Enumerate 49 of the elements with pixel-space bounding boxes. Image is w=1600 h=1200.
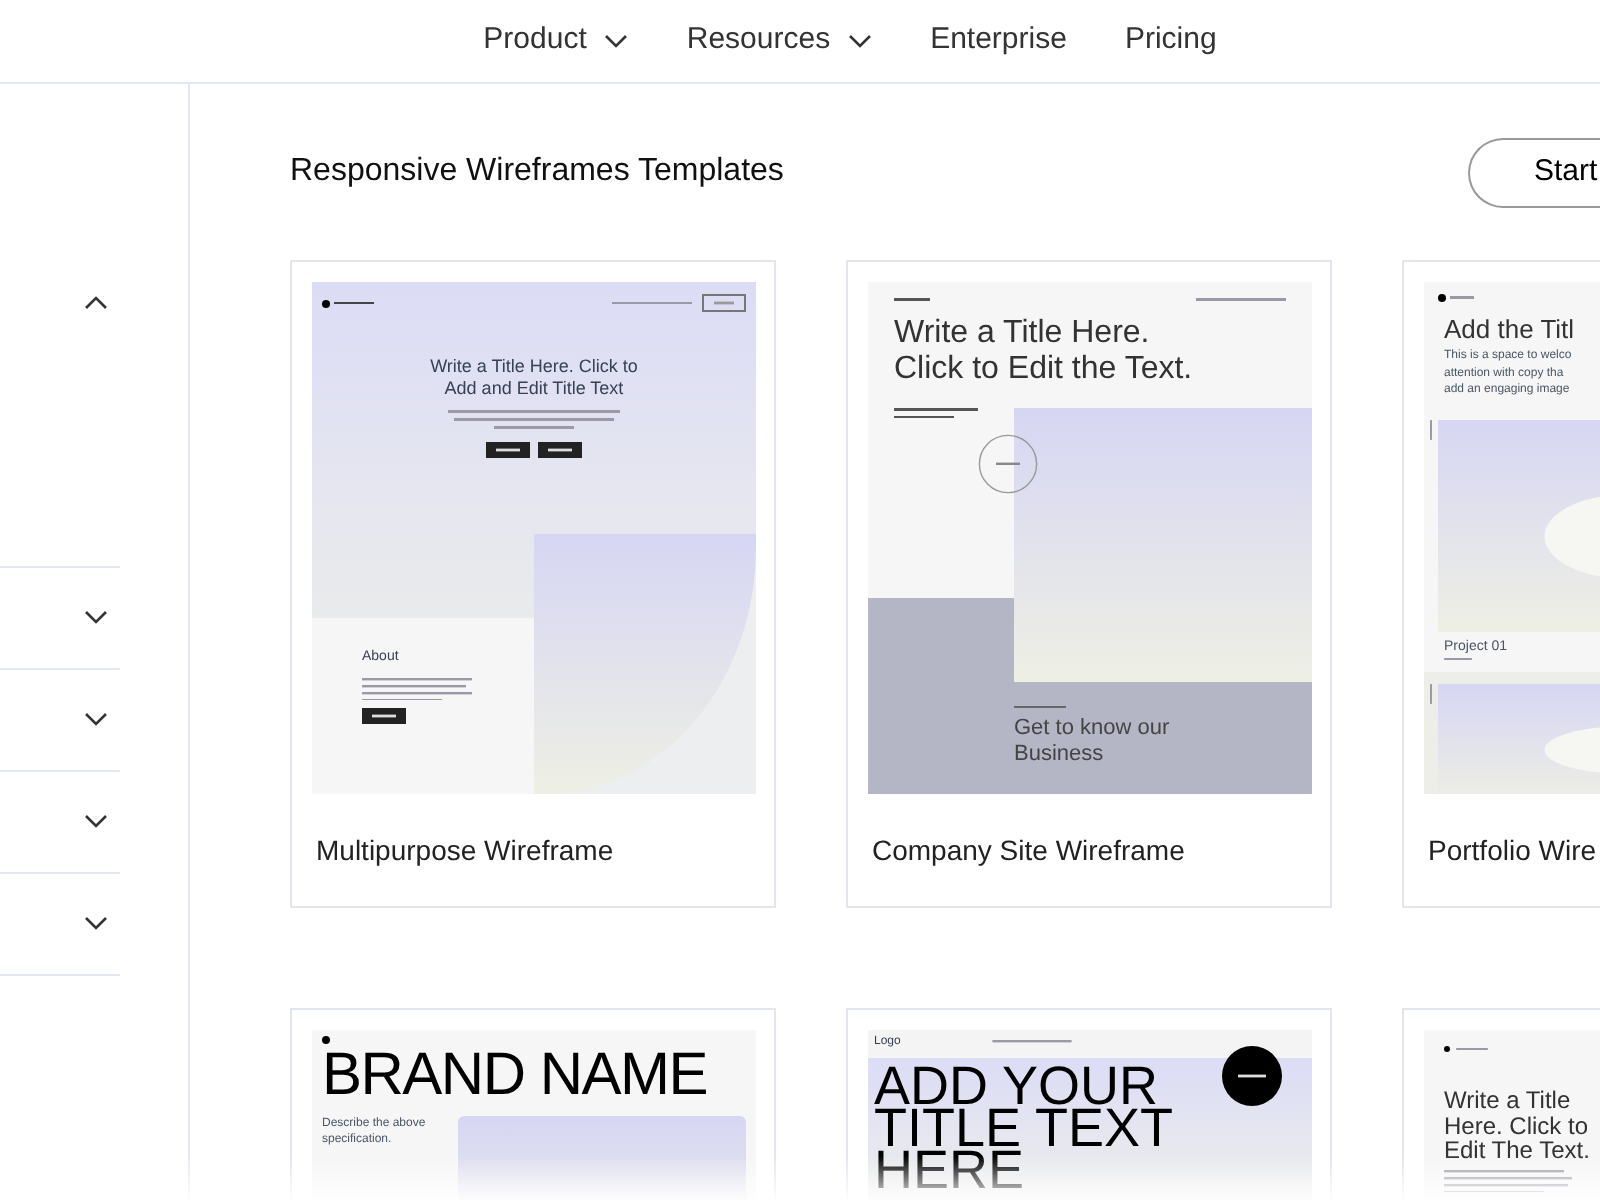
text-lines-drawing bbox=[1450, 296, 1474, 300]
caret-icon bbox=[604, 33, 629, 49]
logo-icon bbox=[322, 1036, 330, 1044]
template-title: Company Site Wireframe bbox=[870, 832, 1187, 870]
preview-headline: ADD YOUR TITLE TEXT HERE bbox=[874, 1066, 1174, 1192]
nav-link[interactable]: Pricing bbox=[1124, 18, 1217, 64]
text-lines-drawing bbox=[1014, 705, 1066, 708]
preview-headline: BRAND NAME bbox=[322, 1044, 710, 1108]
nav-link[interactable]: Product bbox=[483, 18, 629, 64]
caret-icon bbox=[848, 33, 873, 49]
chevron-icon bbox=[84, 916, 108, 932]
text-lines-drawing bbox=[1430, 419, 1433, 439]
button-drawing bbox=[538, 441, 582, 457]
template-card[interactable]: Write a Title Here. Click to Edit The Text. bbox=[1402, 1008, 1600, 1200]
nav-link[interactable]: Resources bbox=[686, 18, 873, 64]
preview-headline: Add the Titl bbox=[1442, 314, 1577, 344]
text-lines-drawing bbox=[1456, 1047, 1488, 1051]
preview-subhead: Get to know our Business bbox=[1014, 716, 1172, 768]
nav-link[interactable]: Enterprise bbox=[930, 18, 1067, 64]
preview-headline: Write a Title Here. Click to Edit The Text. bbox=[1444, 1088, 1592, 1163]
chevron-icon bbox=[84, 294, 108, 310]
logo-icon bbox=[322, 299, 330, 307]
chevron-icon bbox=[84, 814, 108, 830]
page-heading: Responsive Wireframes Templates bbox=[290, 152, 784, 192]
button-drawing bbox=[486, 441, 530, 457]
text-lines-drawing bbox=[1444, 658, 1472, 661]
text-lines-drawing bbox=[1444, 1169, 1572, 1193]
circle-button-drawing bbox=[978, 434, 1038, 494]
preview-headline: Write a Title Here. Click to Edit the Text. bbox=[892, 315, 1195, 387]
circle-button-drawing bbox=[1222, 1046, 1282, 1106]
text-lines-drawing bbox=[1430, 684, 1433, 705]
text-lines-drawing bbox=[362, 677, 472, 701]
chevron-icon bbox=[84, 712, 108, 728]
template-title: Portfolio Wire bbox=[1426, 832, 1599, 870]
logo-icon bbox=[1444, 1046, 1450, 1052]
button-drawing bbox=[362, 708, 406, 725]
text-lines-drawing bbox=[334, 301, 374, 305]
start-button[interactable]: Start bbox=[1468, 137, 1600, 207]
text-lines-drawing bbox=[894, 407, 978, 418]
preview-headline: Write a Title Here. Click to Add and Edit Title Text bbox=[428, 356, 640, 400]
text-lines-drawing bbox=[1196, 298, 1286, 301]
text-lines-drawing bbox=[992, 1040, 1073, 1044]
logo-icon bbox=[1438, 294, 1446, 302]
text-lines-drawing bbox=[612, 301, 692, 305]
chevron-icon bbox=[84, 610, 108, 626]
button-drawing bbox=[702, 294, 746, 312]
template-title: Multipurpose Wireframe bbox=[314, 832, 616, 870]
text-lines-drawing bbox=[894, 298, 930, 301]
template-card[interactable]: Write a Title Here. Click to Edit the Text. Get to know our Business Company Site Wireframe bbox=[846, 260, 1332, 908]
